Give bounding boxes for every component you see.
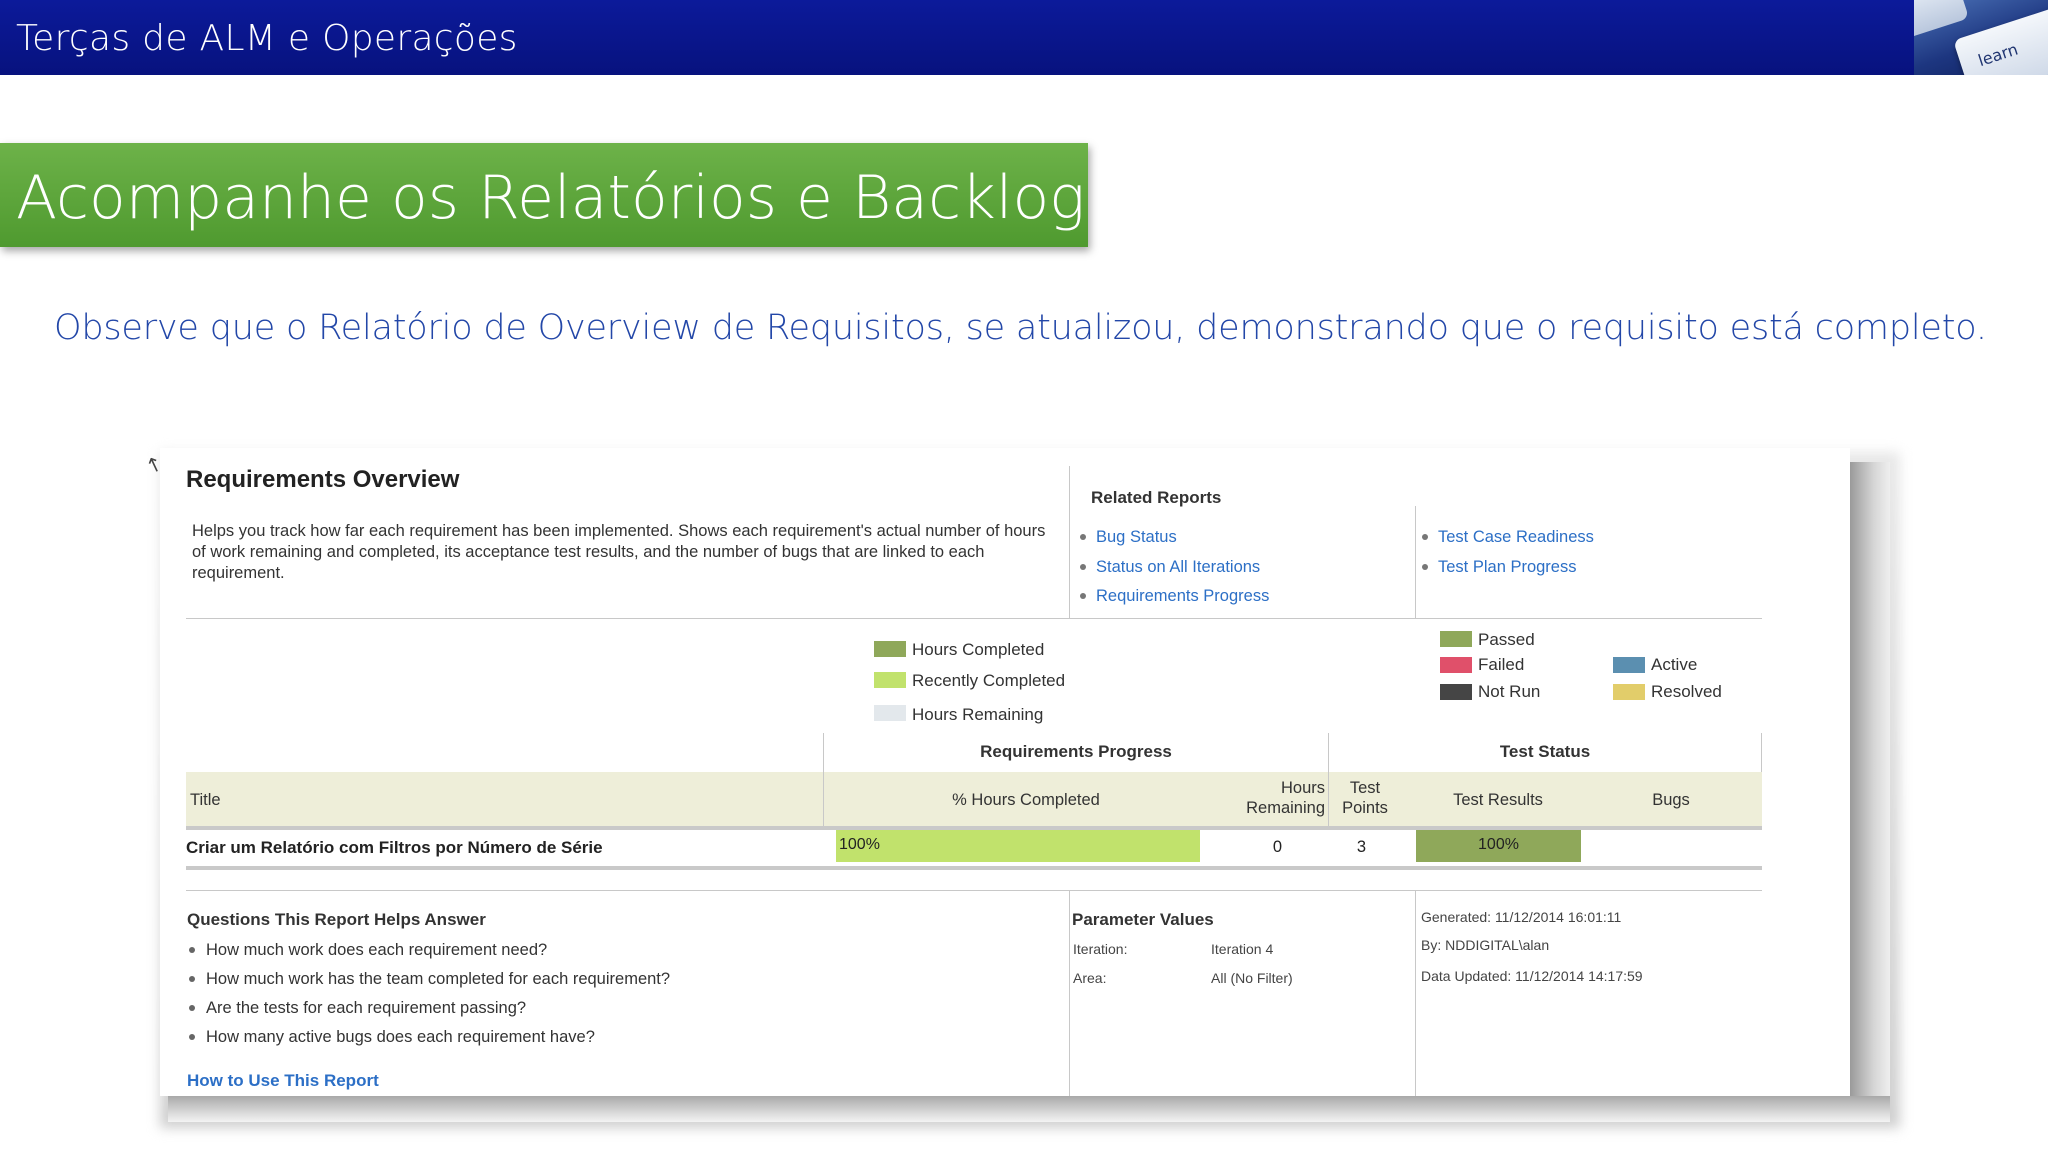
legend-swatch-recently-completed <box>874 672 906 688</box>
hours-completed-pct: 100% <box>839 836 880 853</box>
column-header-title[interactable]: Title <box>190 790 221 810</box>
how-to-use-link[interactable]: How to Use This Report <box>187 1071 379 1091</box>
generated-by: By: NDDIGITAL\alan <box>1421 937 1550 953</box>
column-header-bugs[interactable]: Bugs <box>1611 790 1731 810</box>
legend-swatch-failed <box>1440 657 1472 673</box>
legend-label-not-run: Not Run <box>1478 682 1541 701</box>
related-reports-right: Test Case Readiness Test Plan Progress <box>1420 527 1594 586</box>
parameter-values-heading: Parameter Values <box>1072 910 1214 929</box>
requirements-overview-report: Requirements Overview Helps you track ho… <box>160 448 1850 1096</box>
table-header: Title % Hours Completed Hours Remaining … <box>186 772 1762 830</box>
legend-label-resolved: Resolved <box>1651 682 1722 701</box>
legend-label-hours-completed: Hours Completed <box>912 640 1045 659</box>
report-title: Requirements Overview <box>186 466 460 493</box>
group-requirements-progress: Requirements Progress <box>980 742 1172 761</box>
related-reports-heading: Related Reports <box>1091 488 1222 507</box>
area-value: All (No Filter) <box>1211 970 1293 986</box>
related-report-link-requirements-progress[interactable]: Requirements Progress <box>1078 586 1269 616</box>
learn-key: learn <box>1953 6 2048 75</box>
learn-key-label: learn <box>1975 39 2021 71</box>
question-item: Are the tests for each requirement passi… <box>187 998 670 1027</box>
test-points-value: 3 <box>1356 838 1366 856</box>
header-title: Terças de ALM e Operações <box>16 18 518 59</box>
area-label: Area: <box>1073 970 1107 986</box>
question-item: How much work has the team completed for… <box>187 969 670 998</box>
keyboard-key-decoration <box>1914 0 1970 40</box>
column-header-pct-hours[interactable]: % Hours Completed <box>826 790 1226 810</box>
column-header-test-points[interactable]: Test Points <box>1332 778 1398 818</box>
report-description: Helps you track how far each requirement… <box>192 522 1046 582</box>
requirement-title[interactable]: Criar um Relatório com Filtros por Númer… <box>186 838 603 858</box>
test-results-bar: 100% <box>1416 830 1581 862</box>
top-banner: Terças de ALM e Operações learn <box>0 0 2048 75</box>
report-edge-bottom <box>168 1096 1890 1122</box>
divider <box>1415 890 1416 1096</box>
related-report-link-test-case-readiness[interactable]: Test Case Readiness <box>1420 527 1594 557</box>
legend-label-failed: Failed <box>1478 655 1525 674</box>
data-updated-timestamp: Data Updated: 11/12/2014 14:17:59 <box>1421 968 1643 984</box>
test-results-pct: 100% <box>1478 836 1519 853</box>
legend-swatch-hours-completed <box>874 641 906 657</box>
legend-swatch-not-run <box>1440 684 1472 700</box>
divider <box>186 890 1762 891</box>
questions-heading: Questions This Report Helps Answer <box>187 910 486 929</box>
iteration-label: Iteration: <box>1073 941 1128 957</box>
legend-label-passed: Passed <box>1478 630 1535 649</box>
question-item: How much work does each requirement need… <box>187 940 670 969</box>
section-title-band: Acompanhe os Relatórios e Backlog <box>0 143 1088 247</box>
divider <box>823 772 824 826</box>
related-report-link-bug-status[interactable]: Bug Status <box>1078 527 1269 557</box>
legend-swatch-hours-remaining <box>874 705 906 721</box>
table-bottom-rule <box>186 866 1762 870</box>
divider <box>1415 506 1416 618</box>
related-report-link-test-plan-progress[interactable]: Test Plan Progress <box>1420 557 1594 587</box>
divider <box>1069 890 1070 1096</box>
hours-remaining-value: 0 <box>1272 838 1282 856</box>
question-item: How many active bugs does each requireme… <box>187 1027 670 1056</box>
slide-subtitle: Observe que o Relatório de Overview de R… <box>54 308 1987 348</box>
related-report-link-status-all-iterations[interactable]: Status on All Iterations <box>1078 557 1269 587</box>
column-header-hours-remaining[interactable]: Hours Remaining <box>1231 778 1325 818</box>
divider <box>1069 466 1070 618</box>
hours-completed-bar: 100% <box>836 830 1200 862</box>
legend-label-recently-completed: Recently Completed <box>912 671 1066 690</box>
legend-swatch-resolved <box>1613 684 1645 700</box>
section-title: Acompanhe os Relatórios e Backlog <box>16 163 1086 233</box>
questions-list: How much work does each requirement need… <box>187 940 670 1056</box>
learn-key-image: learn <box>1914 0 2048 75</box>
group-test-status: Test Status <box>1499 742 1591 761</box>
legend-swatch-passed <box>1440 631 1472 647</box>
divider <box>186 618 1762 619</box>
column-header-test-results[interactable]: Test Results <box>1408 790 1588 810</box>
legend-label-active: Active <box>1651 655 1698 674</box>
report-edge-right <box>1850 462 1890 1114</box>
legend-label-hours-remaining: Hours Remaining <box>912 705 1044 724</box>
divider <box>1328 772 1329 826</box>
legend-swatch-active <box>1613 657 1645 673</box>
iteration-value: Iteration 4 <box>1211 941 1274 957</box>
related-reports-left: Bug Status Status on All Iterations Requ… <box>1078 527 1269 616</box>
generated-timestamp: Generated: 11/12/2014 16:01:11 <box>1421 909 1622 925</box>
